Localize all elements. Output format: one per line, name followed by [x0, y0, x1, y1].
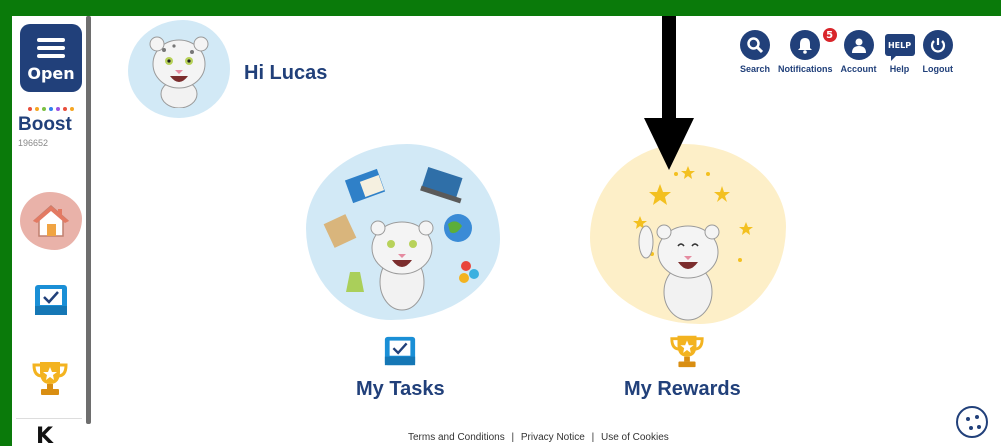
hamburger-icon — [37, 34, 65, 62]
account-icon — [843, 30, 874, 60]
rewards-trophy-icon — [670, 335, 704, 368]
footer-separator: | — [591, 432, 595, 443]
sidebar-item-tasks[interactable] — [32, 282, 70, 322]
search-icon — [740, 30, 771, 60]
tasks-illustration-blob — [306, 144, 500, 320]
logo-dot — [28, 107, 32, 111]
task-tray-icon — [35, 285, 67, 315]
logout-button[interactable]: Logout — [922, 30, 954, 74]
power-icon — [922, 30, 953, 60]
account-label: Account — [840, 64, 877, 74]
open-menu-label: Open — [27, 63, 75, 83]
logo-text: Boost — [18, 114, 72, 135]
logo-dot — [56, 107, 60, 111]
bottom-logo: K — [36, 424, 54, 446]
tasks-tray-icon — [384, 336, 416, 366]
account-button[interactable]: Account — [841, 30, 877, 74]
my-rewards-label[interactable]: My Rewards — [624, 378, 741, 401]
home-icon — [20, 192, 82, 250]
logo-dot — [42, 107, 46, 111]
logo-dot — [49, 107, 53, 111]
help-icon: HELP — [884, 34, 915, 61]
notifications-label: Notifications — [778, 64, 833, 74]
rewards-illustration-blob — [590, 144, 786, 324]
open-menu-button[interactable]: Open — [20, 24, 82, 92]
cookie-settings-icon[interactable] — [956, 406, 988, 438]
pointer-arrow-shaft — [662, 16, 676, 118]
tasks-illustration-icon — [323, 166, 479, 311]
rewards-illustration-icon — [633, 166, 753, 321]
logo-dot — [70, 107, 74, 111]
privacy-link[interactable]: Privacy Notice — [521, 432, 585, 443]
app-frame: Open Boost 196652 K Hi Lucas Search 5 No… — [12, 16, 1001, 446]
sidebar-item-home[interactable] — [20, 192, 82, 250]
top-nav: Search 5 Notifications Account HELP Help… — [740, 26, 961, 74]
cookies-link[interactable]: Use of Cookies — [601, 432, 669, 443]
trophy-icon — [32, 362, 68, 395]
notification-badge: 5 — [820, 26, 839, 44]
footer-links: Terms and Conditions | Privacy Notice | … — [408, 432, 669, 443]
school-id: 196652 — [18, 138, 49, 148]
bell-icon — [790, 30, 821, 60]
greeting-title: Hi Lucas — [244, 62, 328, 84]
sidebar-scrollbar[interactable] — [86, 16, 91, 424]
footer-separator: | — [511, 432, 515, 443]
terms-link[interactable]: Terms and Conditions — [408, 432, 505, 443]
sidebar: Open Boost 196652 K — [12, 16, 88, 446]
notifications-button[interactable]: 5 Notifications — [778, 26, 839, 74]
pointer-arrow-icon — [644, 118, 694, 170]
logo-dot — [63, 107, 67, 111]
sidebar-item-rewards[interactable] — [30, 358, 70, 402]
avatar — [128, 20, 230, 118]
snow-leopard-avatar-icon — [149, 36, 209, 108]
help-button[interactable]: HELP Help — [884, 30, 915, 74]
help-label: Help — [889, 64, 910, 74]
search-button[interactable]: Search — [740, 30, 770, 74]
boost-logo: Boost 196652 — [18, 104, 84, 148]
my-tasks-label[interactable]: My Tasks — [356, 378, 445, 401]
logo-dots-icon — [18, 104, 84, 114]
search-label: Search — [740, 64, 771, 74]
logo-dot — [35, 107, 39, 111]
sidebar-divider — [16, 418, 82, 419]
logout-label: Logout — [922, 64, 954, 74]
